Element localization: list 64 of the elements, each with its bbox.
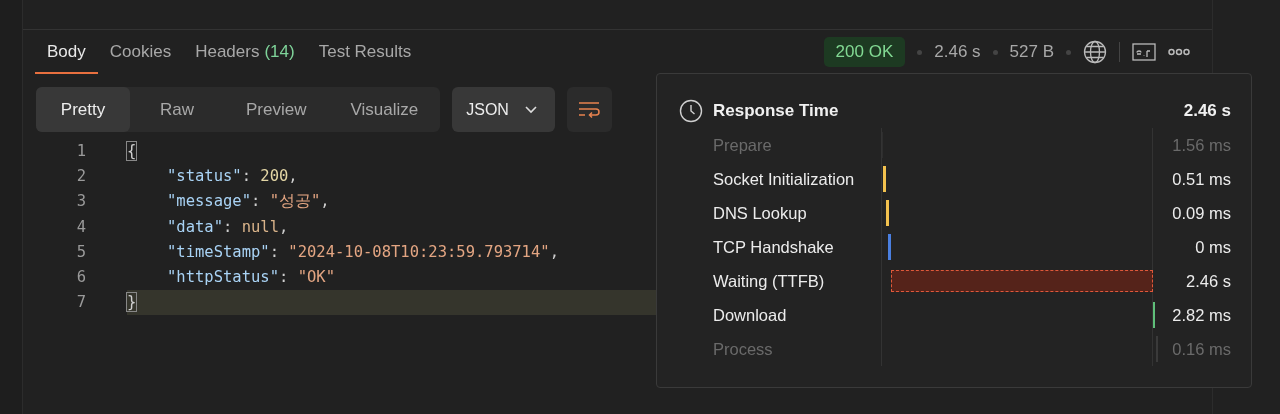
phase-label: Waiting (TTFB) xyxy=(713,271,826,291)
view-mode-button[interactable]: Pretty xyxy=(36,87,130,132)
phase-label: Socket Initialization xyxy=(713,169,856,189)
response-size[interactable]: 527 B xyxy=(1009,42,1054,62)
code-token: "성공" xyxy=(269,190,321,212)
response-tab[interactable]: Cookies xyxy=(97,30,184,74)
code-token: , xyxy=(279,217,289,236)
header-count: (14) xyxy=(264,42,295,62)
line-number: 5 xyxy=(75,242,86,261)
code-token: "timeStamp" xyxy=(167,242,270,261)
code-token: : xyxy=(223,217,234,236)
phase-label: Download xyxy=(713,305,788,325)
view-mode-button[interactable]: Preview xyxy=(224,87,329,132)
phase-duration: 0.16 ms xyxy=(1171,339,1231,359)
response-time[interactable]: 2.46 s xyxy=(934,42,981,62)
code-token: "httpStatus" xyxy=(167,268,279,287)
code-token: "OK" xyxy=(297,268,335,287)
phase-label: Process xyxy=(713,339,774,359)
code-token: } xyxy=(127,293,137,312)
phase-duration: 0.51 ms xyxy=(1171,169,1231,189)
line-number: 6 xyxy=(75,268,86,287)
wrap-lines-icon xyxy=(578,100,601,119)
phase-label: Prepare xyxy=(713,135,773,155)
more-icon[interactable] xyxy=(1168,48,1190,56)
clock-icon xyxy=(679,99,703,123)
line-number: 1 xyxy=(75,141,86,160)
code-token: { xyxy=(127,141,137,160)
phase-duration: 2.46 s xyxy=(1185,271,1231,291)
phase-duration: 1.56 ms xyxy=(1171,135,1231,155)
status-badge[interactable]: 200 OK xyxy=(823,37,906,67)
wrap-lines-button[interactable] xyxy=(566,87,612,132)
globe-icon[interactable] xyxy=(1083,40,1107,64)
line-number: 4 xyxy=(75,217,86,236)
total-time: 2.46 s xyxy=(1183,101,1231,121)
code-token: "status" xyxy=(167,166,242,185)
code-token: "2024-10-08T10:23:59.793714" xyxy=(288,242,550,261)
code-token: : xyxy=(251,192,262,211)
phase-label: TCP Handshake xyxy=(713,237,835,257)
view-mode-button[interactable]: Raw xyxy=(130,87,224,132)
popover-title: Response Time xyxy=(713,101,839,121)
line-number: 7 xyxy=(75,293,86,312)
line-number: 3 xyxy=(75,192,86,211)
phase-label: DNS Lookup xyxy=(713,203,808,223)
code-token: : xyxy=(279,268,290,287)
example-icon[interactable] xyxy=(1132,43,1156,61)
format-select[interactable]: JSON xyxy=(452,87,555,132)
view-mode-button[interactable]: Visualize xyxy=(328,87,441,132)
phase-duration: 0 ms xyxy=(1194,237,1231,257)
code-token: , xyxy=(549,242,559,261)
phase-duration: 2.82 ms xyxy=(1171,305,1231,325)
chevron-down-icon xyxy=(524,105,537,114)
response-tab[interactable]: Headers (14) xyxy=(183,30,307,74)
code-token: , xyxy=(288,166,298,185)
code-token: "data" xyxy=(167,217,223,236)
code-token: null xyxy=(241,217,279,236)
phase-duration: 0.09 ms xyxy=(1171,203,1231,223)
response-tab[interactable]: Body xyxy=(35,30,98,74)
code-token: : xyxy=(241,166,252,185)
code-token: "message" xyxy=(167,192,251,211)
code-token: : xyxy=(269,242,280,261)
code-token: 200 xyxy=(260,166,289,185)
line-number: 2 xyxy=(75,166,86,185)
response-tab[interactable]: Test Results xyxy=(306,30,424,74)
code-token: , xyxy=(320,192,330,211)
